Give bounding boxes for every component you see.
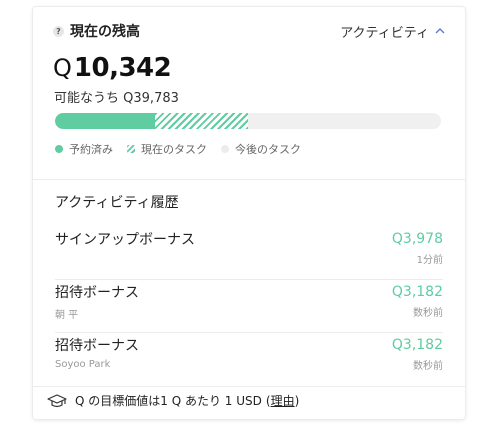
available-value: Q39,783 (123, 91, 179, 106)
graduation-cap-icon (47, 393, 67, 407)
footer-note: Q の目標価値は1 Q あたり 1 USD (理由) (47, 392, 299, 409)
legend-item-future: 今後のタスク (221, 141, 301, 157)
history-row-time: 数秒前 (413, 308, 443, 319)
history-row-amount: Q3,978 (391, 231, 443, 247)
chevron-up-icon (435, 28, 445, 34)
card-title: 現在の残高 (70, 24, 140, 40)
title-wrap: ? 現在の残高 (53, 21, 140, 41)
footer-close-paren: ) (294, 393, 300, 408)
progress-legend: 予約済み 現在のタスク 今後のタスク (55, 141, 315, 157)
progress-current-segment (155, 113, 248, 129)
history-row-name: 招待ボーナス (55, 338, 139, 354)
legend-item-reserved: 予約済み (55, 141, 113, 157)
help-icon[interactable]: ? (53, 25, 64, 37)
history-row: 招待ボーナス 朝 平 Q3,182 数秒前 (55, 280, 443, 333)
history-row-name: 招待ボーナス (55, 285, 139, 301)
section-divider (33, 179, 465, 180)
activity-toggle-label: アクティビティ (340, 25, 429, 41)
footer-text: Q の目標価値は1 Q あたり 1 USD (75, 394, 262, 408)
future-dot-icon (221, 145, 229, 153)
card-header: ? 現在の残高 アクティビティ (53, 21, 445, 41)
legend-item-current: 現在のタスク (127, 141, 207, 157)
footer-divider (33, 386, 465, 387)
legend-label: 現在のタスク (141, 143, 207, 156)
progress-done-segment (55, 113, 156, 129)
current-hatch-icon (127, 145, 135, 153)
available-balance: 可能なうち Q39,783 (54, 87, 179, 106)
balance-card: ? 現在の残高 アクティビティ Q 10,342 可能なうち Q39,783 予… (33, 7, 465, 419)
reason-link[interactable]: 理由 (271, 392, 295, 409)
history-list: サインアップボーナス Q3,978 1分前 招待ボーナス 朝 平 Q3,182 … (55, 227, 443, 386)
history-row: サインアップボーナス Q3,978 1分前 (55, 227, 443, 280)
history-row: 招待ボーナス Soyoo Park Q3,182 数秒前 (55, 333, 443, 386)
history-row-name: サインアップボーナス (55, 232, 195, 248)
activity-toggle-button[interactable]: アクティビティ (340, 22, 445, 41)
history-row-sub: 朝 平 (55, 310, 79, 321)
legend-label: 予約済み (69, 143, 113, 156)
progress-bar (55, 113, 441, 129)
balance-amount: Q 10,342 (53, 53, 172, 83)
history-row-amount: Q3,182 (391, 337, 443, 353)
history-row-time: 1分前 (416, 255, 443, 266)
history-title: アクティビティ履歴 (55, 195, 179, 211)
reserved-dot-icon (55, 145, 63, 153)
balance-value: 10,342 (73, 53, 172, 83)
history-row-amount: Q3,182 (391, 284, 443, 300)
legend-label: 今後のタスク (235, 143, 301, 156)
currency-symbol: Q (53, 54, 72, 82)
available-label: 可能なうち (54, 91, 120, 106)
history-row-time: 数秒前 (413, 361, 443, 372)
history-row-sub: Soyoo Park (55, 359, 111, 370)
